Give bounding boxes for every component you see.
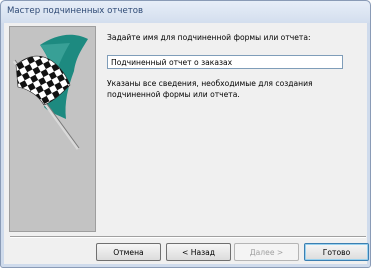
wizard-window: Мастер подчиненных отчетов Задайте имя д…	[0, 0, 371, 268]
window-title: Мастер подчиненных отчетов	[7, 6, 144, 16]
finish-button[interactable]: Готово	[304, 243, 369, 261]
wizard-body: Задайте имя для подчиненной формы или от…	[4, 23, 369, 264]
wizard-image-panel	[9, 26, 96, 232]
back-button[interactable]: < Назад	[166, 243, 231, 261]
next-button[interactable]: Далее >	[234, 243, 299, 261]
cancel-button[interactable]: Отмена	[96, 243, 161, 261]
button-divider	[10, 236, 366, 238]
checkered-flag-icon	[12, 34, 88, 150]
name-prompt-label: Задайте имя для подчиненной формы или от…	[107, 33, 311, 42]
info-text: Указаны все сведения, необходимые для со…	[107, 79, 313, 99]
subform-name-input[interactable]	[107, 55, 343, 69]
title-bar[interactable]: Мастер подчиненных отчетов	[1, 1, 370, 23]
